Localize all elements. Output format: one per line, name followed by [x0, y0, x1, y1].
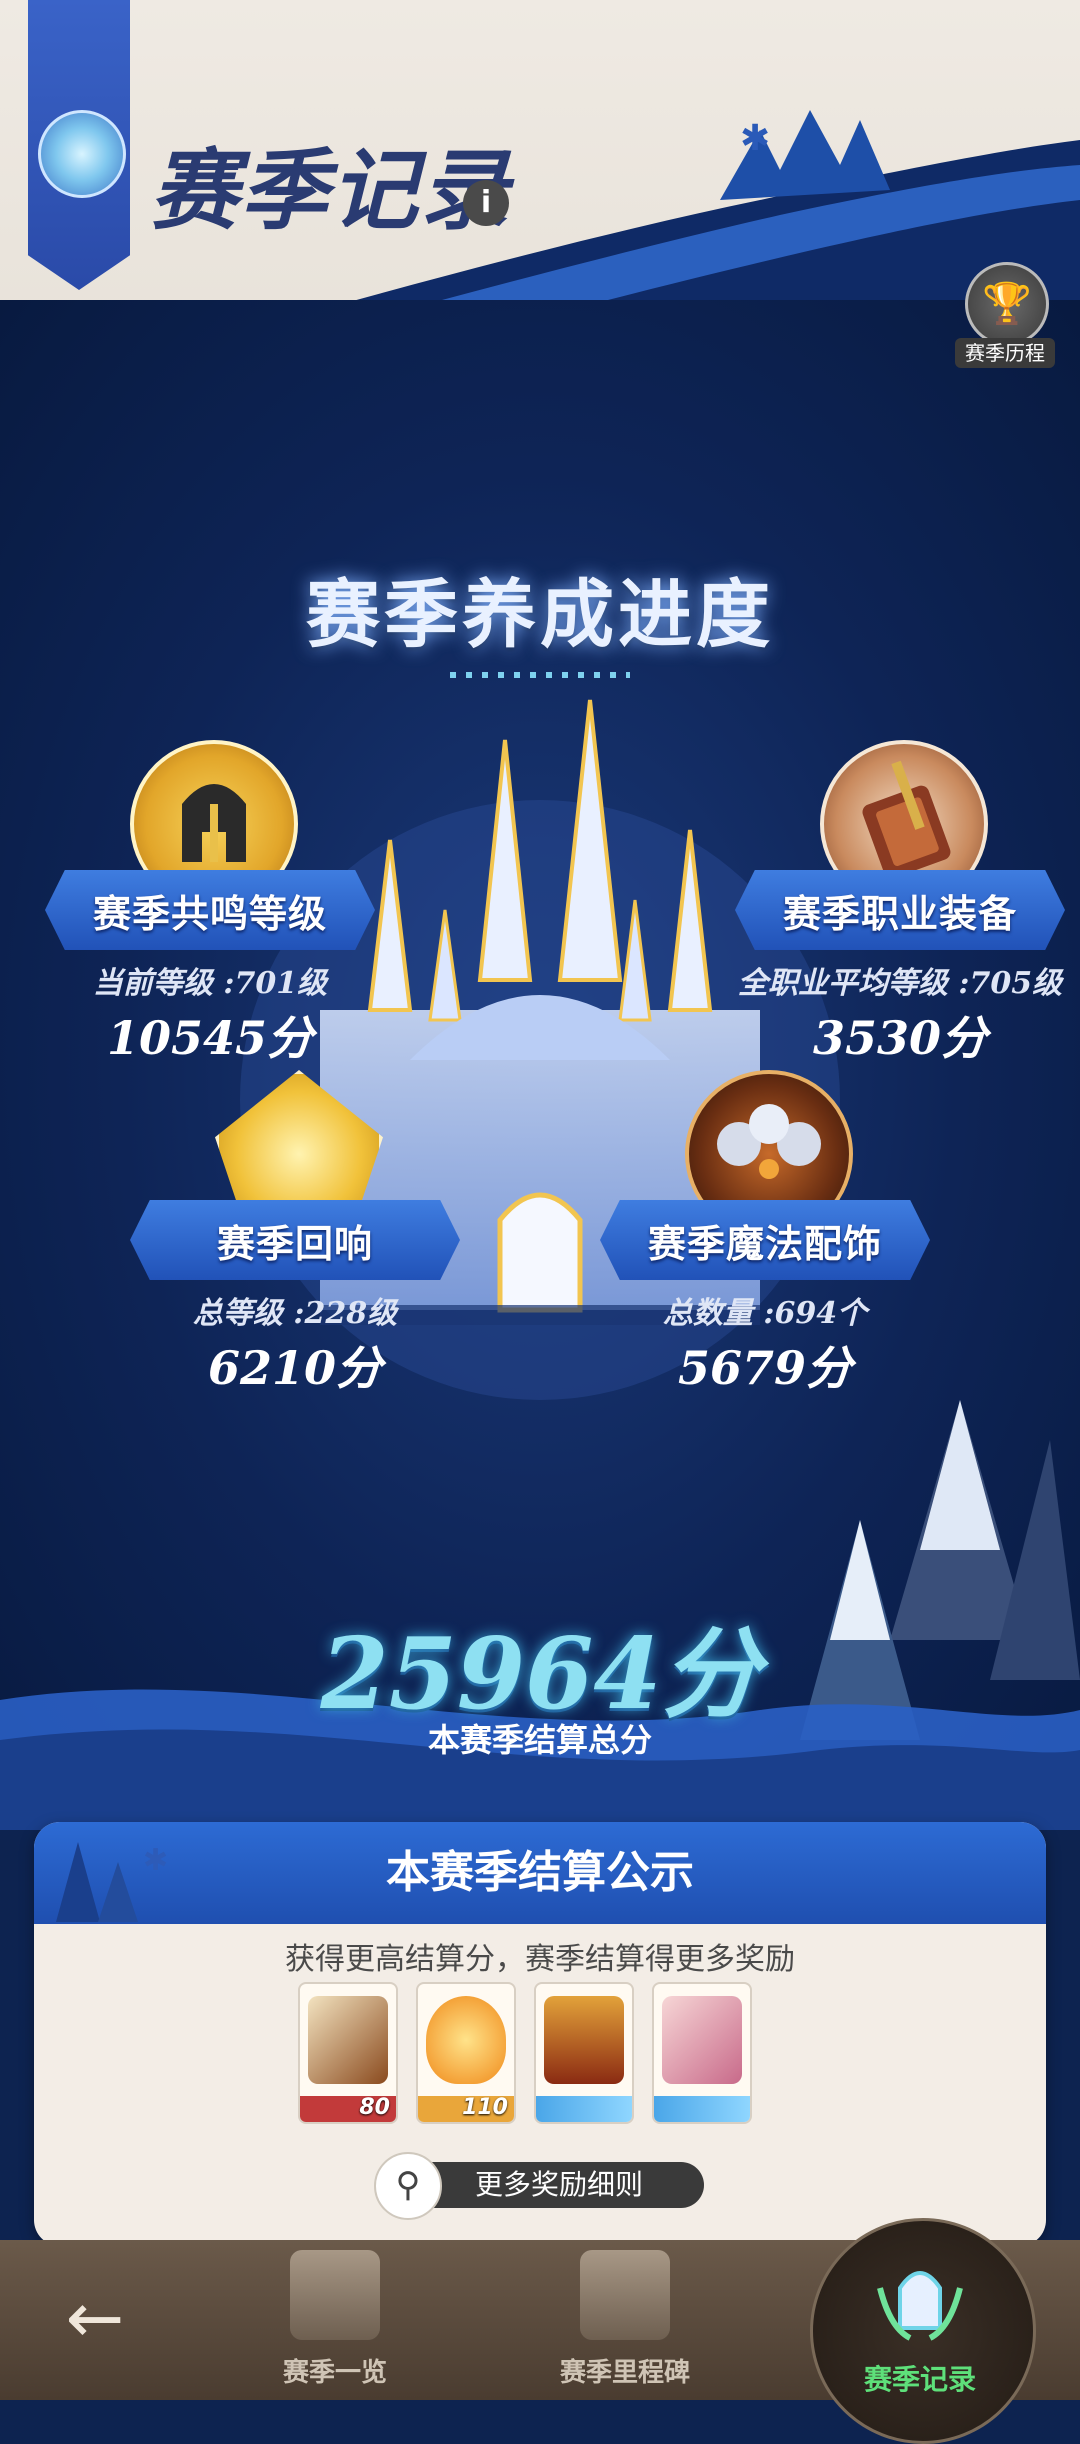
panel-description: 获得更高结算分，赛季结算得更多奖励	[285, 1942, 795, 1977]
chest-icon	[544, 1996, 624, 2084]
nav-season-overview[interactable]: 赛季一览	[235, 2250, 435, 2395]
scroll-icon	[290, 2250, 380, 2340]
card-label: 赛季共鸣等级	[45, 870, 375, 950]
reward-item[interactable]: 80	[298, 1982, 398, 2124]
helmet-laurel-icon	[870, 2248, 970, 2348]
title-divider	[450, 672, 630, 678]
season-banner	[28, 0, 130, 290]
svg-text:✱: ✱	[740, 118, 770, 159]
season-history-label: 赛季历程	[955, 338, 1055, 368]
nav-season-record[interactable]: 赛季记录	[810, 2218, 1036, 2444]
ticket-icon	[662, 1996, 742, 2084]
nav-label: 赛季一览	[282, 2358, 387, 2388]
envelope-icon	[308, 1996, 388, 2084]
magic-accessory-card[interactable]: 赛季魔法配饰 总数量 :694个 5679分	[600, 1070, 930, 1410]
info-icon[interactable]: i	[463, 180, 509, 226]
reward-qty: 80	[359, 2095, 390, 2120]
reward-item[interactable]: 110	[416, 1982, 516, 2124]
reward-item[interactable]	[652, 1982, 752, 2124]
total-score-label: 本赛季结算总分	[427, 1721, 652, 1759]
reward-qty: 110	[462, 2095, 508, 2120]
nav-label: 赛季记录	[863, 2363, 976, 2396]
reward-item[interactable]	[534, 1982, 634, 2124]
resonance-level-card[interactable]: 赛季共鸣等级 当前等级 :701级 10545分	[45, 740, 375, 1080]
card-label: 赛季回响	[130, 1200, 460, 1280]
more-rewards-label: 更多奖励细则	[414, 2162, 704, 2208]
nav-label: 赛季里程碑	[559, 2358, 690, 2388]
card-detail: 全职业平均等级 :705级	[737, 966, 1063, 1001]
page-title: 赛季记录	[150, 138, 511, 242]
nav-season-milestone[interactable]: 赛季里程碑	[525, 2250, 725, 2395]
card-score: 10545分	[106, 1011, 314, 1065]
card-score: 6210分	[207, 1341, 383, 1395]
season-echo-card[interactable]: 赛季回响 总等级 :228级 6210分	[130, 1070, 460, 1410]
card-detail: 当前等级 :701级	[92, 966, 328, 1001]
card-label: 赛季职业装备	[735, 870, 1065, 950]
card-label: 赛季魔法配饰	[600, 1200, 930, 1280]
panel-title: 本赛季结算公示	[386, 1847, 694, 1898]
class-equipment-card[interactable]: 赛季职业装备 全职业平均等级 :705级 3530分	[735, 740, 1065, 1080]
card-detail: 总等级 :228级	[192, 1296, 398, 1331]
card-detail: 总数量 :694个	[662, 1296, 868, 1331]
progress-title: 赛季养成进度	[306, 572, 774, 658]
trophy-icon: 🏆	[965, 262, 1049, 346]
magnifier-icon: ⚲	[374, 2152, 442, 2220]
back-arrow-icon[interactable]: ←	[50, 2278, 140, 2358]
settlement-panel: ✱ 本赛季结算公示 获得更高结算分，赛季结算得更多奖励 80 110 更多奖励细…	[34, 1822, 1046, 2246]
season-history-button[interactable]: 🏆 赛季历程	[955, 262, 1055, 372]
snowflake-icon	[38, 110, 126, 198]
card-score: 3530分	[812, 1011, 988, 1065]
crystal-icon	[426, 1996, 506, 2084]
castle-gate-icon	[580, 2250, 670, 2340]
more-rewards-button[interactable]: 更多奖励细则 ⚲	[374, 2152, 708, 2220]
